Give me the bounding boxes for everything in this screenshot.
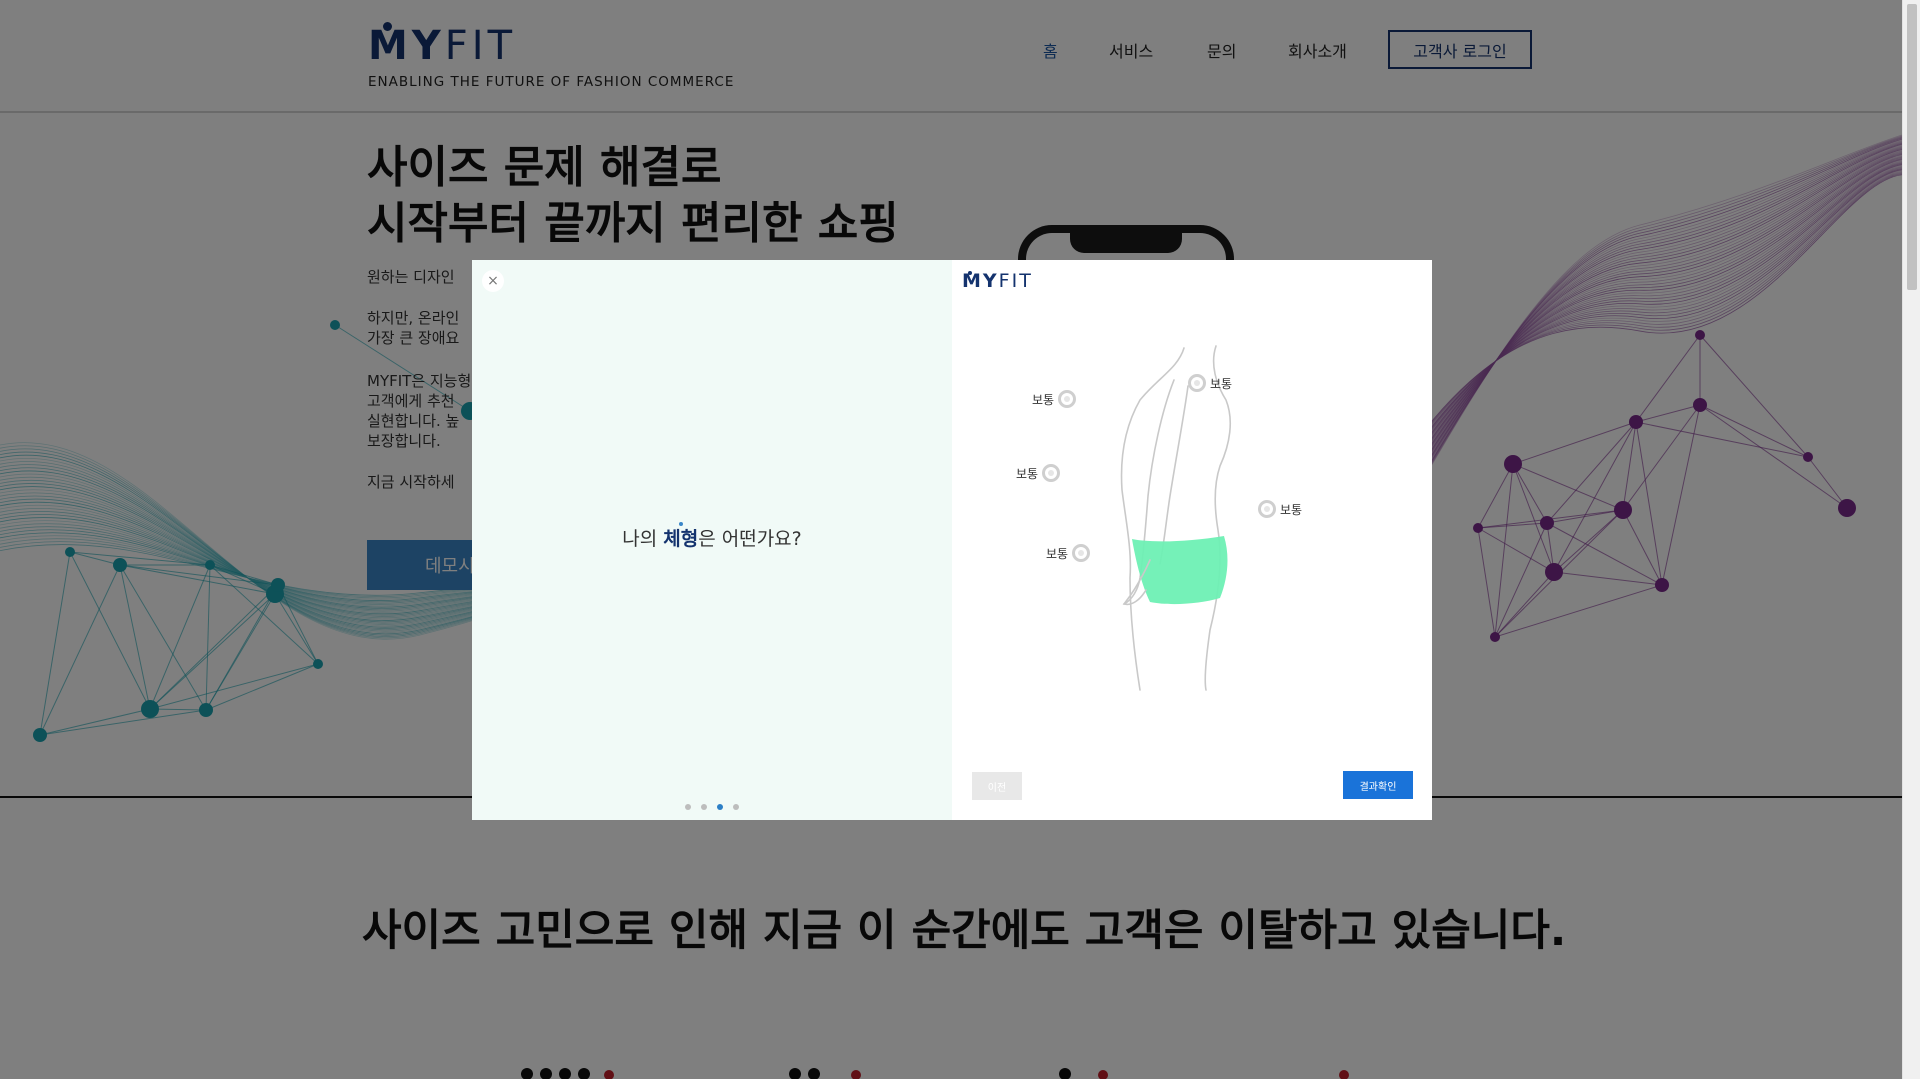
marker-waist-handle[interactable] — [1042, 464, 1061, 482]
pager-dot[interactable] — [685, 804, 691, 810]
body-silhouette — [1120, 345, 1232, 691]
question-suffix: 은 어떤가요? — [698, 528, 802, 550]
pager-dot[interactable] — [717, 804, 723, 810]
question-prefix: 나의 — [622, 528, 664, 550]
prev-button[interactable]: 이전 — [972, 772, 1022, 800]
result-button[interactable]: 결과확인 — [1343, 771, 1413, 799]
marker-chest-handle[interactable] — [1058, 390, 1077, 408]
pager-dot[interactable] — [701, 804, 707, 810]
marker-back[interactable]: 보통 — [1188, 374, 1232, 392]
question-highlight-text: 체형 — [663, 528, 699, 550]
marker-hip[interactable]: 보통 — [1258, 500, 1302, 518]
marker-chest-label: 보통 — [1032, 392, 1055, 407]
modal-question-panel: × 나의 체형은 어떤가요? — [472, 260, 952, 820]
pager-dot[interactable] — [733, 804, 739, 810]
marker-back-handle[interactable] — [1188, 374, 1206, 392]
question-text: 나의 체형은 어떤가요? — [472, 522, 952, 551]
scrollbar-thumb[interactable] — [1907, 4, 1917, 290]
marker-thigh[interactable]: 보통 — [1046, 544, 1091, 562]
marker-hip-handle[interactable] — [1258, 500, 1276, 518]
marker-hip-label: 보통 — [1280, 502, 1303, 517]
marker-thigh-label: 보통 — [1046, 546, 1069, 561]
close-icon[interactable]: × — [482, 270, 504, 292]
marker-waist-label: 보통 — [1016, 466, 1039, 481]
marker-waist[interactable]: 보통 — [1016, 464, 1061, 482]
marker-chest[interactable]: 보통 — [1032, 390, 1077, 408]
hip-highlight — [1132, 536, 1228, 605]
modal-body-panel: MYFIT 보통 보통 보통 보통 보통 이전 결과확인 — [952, 260, 1432, 820]
step-pager — [472, 804, 952, 810]
marker-thigh-handle[interactable] — [1072, 544, 1091, 562]
highlight-dot — [678, 522, 683, 526]
marker-back-label: 보통 — [1210, 376, 1233, 391]
page-scrollbar[interactable] — [1902, 0, 1920, 1079]
question-highlight: 체형 — [663, 522, 699, 550]
body-type-modal: × 나의 체형은 어떤가요? MYFIT 보통 보통 보통 보통 보통 이전 결… — [472, 260, 1432, 820]
